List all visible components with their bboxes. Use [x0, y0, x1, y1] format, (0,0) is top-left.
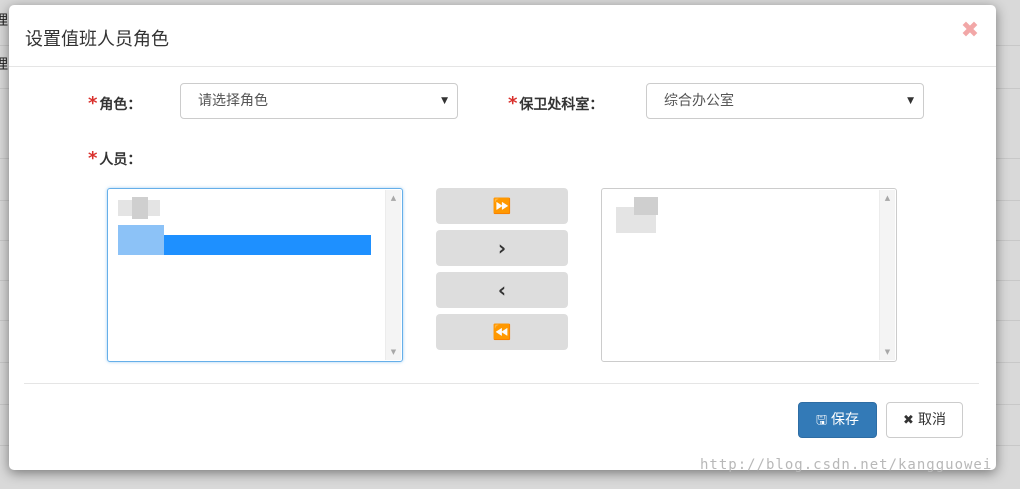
cancel-button[interactable]: ✖ 取消 — [886, 402, 963, 438]
scroll-down-icon[interactable]: ▼ — [880, 346, 895, 358]
blurred-text — [132, 197, 148, 219]
modal-header: 设置值班人员角色 ✖ — [9, 5, 996, 67]
move-left-button[interactable]: ‹ — [436, 272, 568, 308]
required-mark: * — [508, 93, 518, 114]
chevron-down-icon: ▼ — [907, 96, 914, 106]
required-mark: * — [88, 93, 98, 114]
move-right-button[interactable]: › — [436, 230, 568, 266]
required-mark: * — [88, 148, 98, 169]
scroll-up-icon[interactable]: ▲ — [880, 192, 895, 204]
chevron-down-icon: ▼ — [441, 96, 448, 106]
list-item-selected[interactable] — [118, 225, 371, 255]
dept-label-group: * 保卫处科室： — [508, 93, 603, 114]
list-item[interactable] — [612, 197, 672, 233]
modal-title: 设置值班人员角色 — [25, 29, 169, 50]
watermark: http://blog.csdn.net/kangguowei — [700, 457, 993, 473]
save-button[interactable]: 🖫 保存 — [798, 402, 877, 438]
x-icon: ✖ — [903, 413, 914, 428]
floppy-disk-icon: 🖫 — [815, 413, 828, 428]
dept-label: 保卫处科室： — [519, 97, 604, 113]
role-dialog: 设置值班人员角色 ✖ * 角色： 请选择角色 ▼ * 保卫处科室： 综合办公室 ▼ … — [9, 5, 996, 470]
move-all-right-button[interactable]: ⏩ — [436, 188, 568, 224]
move-all-left-button[interactable]: ⏪ — [436, 314, 568, 350]
role-select-value: 请选择角色 — [198, 93, 268, 109]
save-label: 保存 — [831, 412, 860, 428]
selected-highlight — [148, 235, 371, 255]
role-label: 角色： — [99, 97, 142, 113]
role-select[interactable]: 请选择角色 ▼ — [180, 83, 458, 119]
cancel-label: 取消 — [917, 412, 946, 428]
list-item[interactable] — [118, 197, 178, 219]
blurred-text — [634, 197, 658, 215]
double-chevron-right-icon: ⏩ — [492, 197, 512, 215]
personnel-label-group: * 人员： — [88, 148, 141, 169]
chevron-left-icon: ‹ — [497, 278, 507, 302]
selected-personnel-listbox[interactable]: ▲ ▼ — [601, 188, 897, 362]
scroll-down-icon[interactable]: ▼ — [386, 346, 401, 358]
available-personnel-listbox[interactable]: ▲ ▼ — [107, 188, 403, 362]
scrollbar[interactable]: ▲ ▼ — [385, 190, 401, 360]
double-chevron-left-icon: ⏪ — [492, 323, 512, 341]
scroll-up-icon[interactable]: ▲ — [386, 192, 401, 204]
blurred-text — [118, 225, 164, 255]
bg-row-text: 理 — [0, 13, 8, 29]
scrollbar[interactable]: ▲ ▼ — [879, 190, 895, 360]
dept-select[interactable]: 综合办公室 ▼ — [646, 83, 924, 119]
close-icon[interactable]: ✖ — [960, 19, 980, 43]
dept-select-value: 综合办公室 — [664, 93, 734, 109]
bg-row-text: 理 — [0, 57, 8, 73]
role-label-group: * 角色： — [88, 93, 141, 114]
chevron-right-icon: › — [497, 236, 507, 260]
personnel-label: 人员： — [99, 152, 142, 168]
footer-divider — [24, 383, 979, 384]
